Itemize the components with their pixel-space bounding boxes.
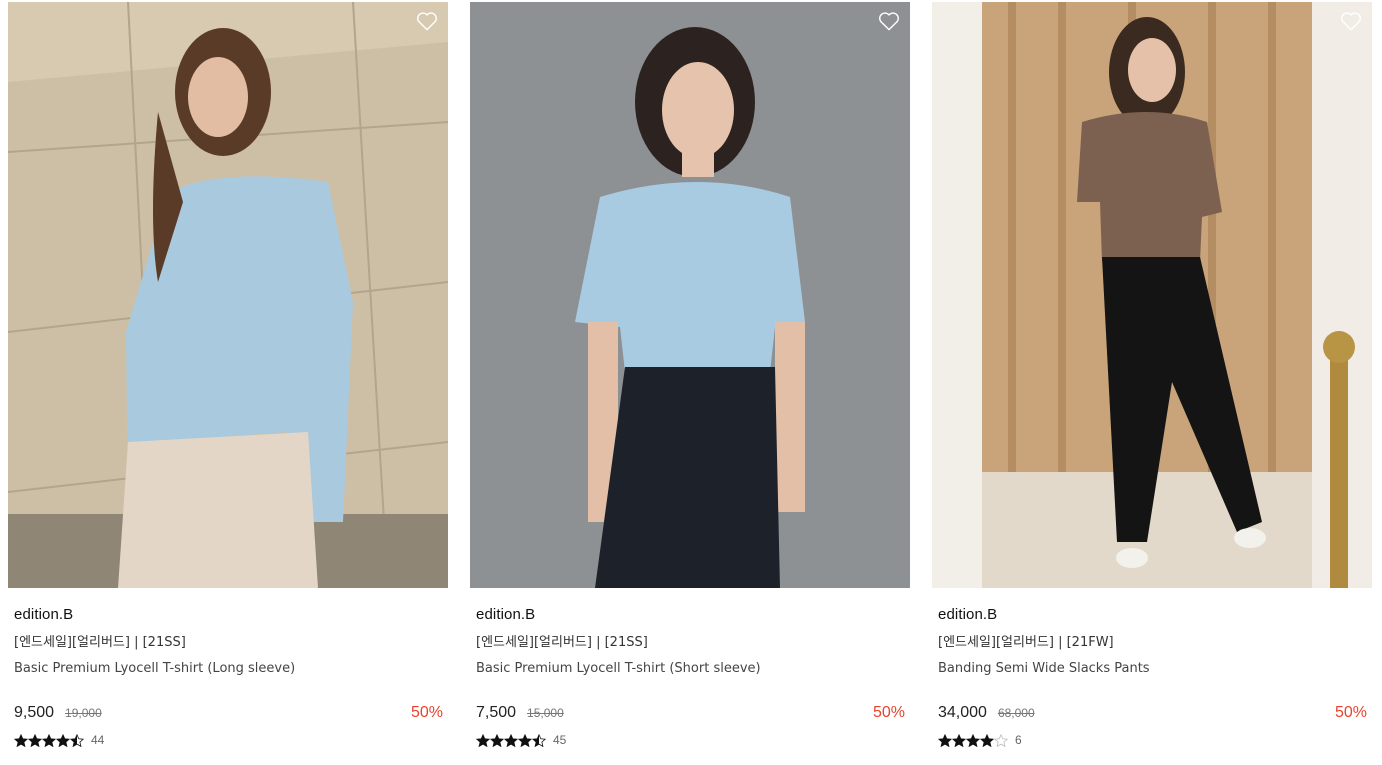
star-icon: [980, 733, 994, 747]
product-image[interactable]: [932, 2, 1372, 588]
review-count: 6: [1015, 732, 1022, 747]
review-count: 44: [91, 732, 105, 747]
discount-rate: 50%: [410, 704, 443, 721]
product-image[interactable]: [470, 2, 910, 588]
star-icon: [994, 733, 1008, 747]
star-rating: [14, 733, 84, 747]
star-icon: [42, 733, 56, 747]
product-name[interactable]: Banding Semi Wide Slacks Pants: [938, 660, 1367, 678]
star-icon: [476, 733, 490, 747]
original-price: 15,000: [527, 706, 564, 720]
star-rating: [938, 733, 1008, 747]
product-photo: [932, 2, 1372, 588]
star-icon: [14, 733, 28, 747]
product-tag: [엔드세일][얼리버드] | [21SS]: [14, 635, 186, 650]
star-icon: [504, 733, 518, 747]
star-icon: [966, 733, 980, 747]
product-card[interactable]: edition.B [엔드세일][얼리버드] | [21SS] Basic Pr…: [8, 0, 448, 765]
product-brand[interactable]: edition.B: [14, 605, 443, 625]
product-brand[interactable]: edition.B: [938, 605, 1367, 625]
product-tag: [엔드세일][얼리버드] | [21SS]: [476, 635, 648, 650]
star-icon: [532, 733, 546, 747]
product-tag: [엔드세일][얼리버드] | [21FW]: [938, 635, 1114, 650]
star-icon: [490, 733, 504, 747]
review-count: 45: [553, 732, 567, 747]
product-card[interactable]: edition.B [엔드세일][얼리버드] | [21SS] Basic Pr…: [470, 0, 910, 765]
sale-price: 9,500: [14, 704, 55, 721]
star-icon: [56, 733, 70, 747]
original-price: 68,000: [997, 706, 1035, 720]
rating: 6: [938, 732, 1367, 748]
product-name[interactable]: Basic Premium Lyocell T-shirt (Short sle…: [476, 660, 905, 678]
product-photo: [470, 2, 910, 588]
sale-price: 7,500: [476, 704, 517, 721]
rating: 45: [476, 732, 905, 748]
star-rating: [476, 733, 546, 747]
rating: 44: [14, 732, 443, 748]
star-icon: [938, 733, 952, 747]
discount-rate: 50%: [1334, 704, 1367, 721]
original-price: 19,000: [65, 706, 102, 720]
product-brand[interactable]: edition.B: [476, 605, 905, 625]
star-icon: [518, 733, 532, 747]
product-image[interactable]: [8, 2, 448, 588]
star-icon: [28, 733, 42, 747]
sale-price: 34,000: [938, 704, 987, 721]
product-card[interactable]: edition.B [엔드세일][얼리버드] | [21FW] Banding …: [932, 0, 1372, 765]
discount-rate: 50%: [872, 704, 905, 721]
product-grid: edition.B [엔드세일][얼리버드] | [21SS] Basic Pr…: [0, 0, 1382, 765]
product-name[interactable]: Basic Premium Lyocell T-shirt (Long slee…: [14, 660, 443, 678]
star-icon: [70, 733, 84, 747]
wishlist-heart-icon[interactable]: [1340, 11, 1362, 31]
product-photo: [8, 2, 448, 588]
wishlist-heart-icon[interactable]: [878, 11, 900, 31]
star-icon: [952, 733, 966, 747]
wishlist-heart-icon[interactable]: [416, 11, 438, 31]
